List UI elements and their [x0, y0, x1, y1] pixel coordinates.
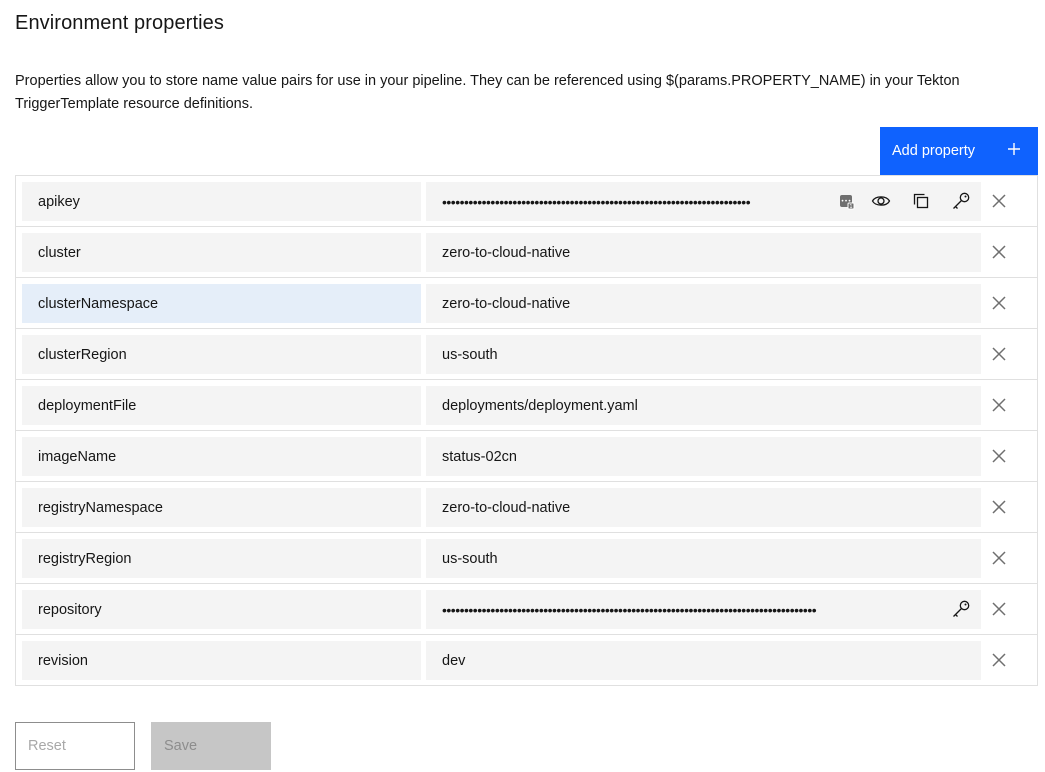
- property-name-text: clusterNamespace: [38, 295, 159, 312]
- property-value-field[interactable]: ••••••••••••••••••••••••••••••••••••••••…: [426, 182, 981, 221]
- plus-icon: [1006, 141, 1022, 161]
- property-value-field[interactable]: dev: [426, 641, 981, 680]
- table-row: repository •••••••••••••••••••••••••••••…: [16, 584, 1037, 635]
- svg-text:1: 1: [849, 204, 852, 210]
- close-icon[interactable]: [988, 496, 1010, 518]
- property-name-field[interactable]: repository: [22, 590, 421, 629]
- password-manager-icon[interactable]: ••• 1: [838, 193, 856, 211]
- close-icon[interactable]: [988, 445, 1010, 467]
- property-name-field[interactable]: revision: [22, 641, 421, 680]
- table-row: registryNamespace zero-to-cloud-native: [16, 482, 1037, 533]
- property-name-field[interactable]: imageName: [22, 437, 421, 476]
- property-value-field[interactable]: zero-to-cloud-native: [426, 284, 981, 323]
- table-row: clusterNamespace zero-to-cloud-native: [16, 278, 1037, 329]
- property-name-text: deploymentFile: [38, 397, 137, 414]
- property-name-field[interactable]: registryNamespace: [22, 488, 421, 527]
- property-value-text: zero-to-cloud-native: [442, 499, 571, 516]
- secret-value-text: ••••••••••••••••••••••••••••••••••••••••…: [442, 601, 817, 618]
- show-value-icon[interactable]: [870, 190, 892, 212]
- property-name-text: clusterRegion: [38, 346, 127, 363]
- reset-button[interactable]: Reset: [15, 722, 135, 770]
- property-value-field[interactable]: deployments/deployment.yaml: [426, 386, 981, 425]
- property-value-field[interactable]: zero-to-cloud-native: [426, 488, 981, 527]
- property-value-field[interactable]: us-south: [426, 335, 981, 374]
- close-icon[interactable]: [988, 649, 1010, 671]
- add-property-button[interactable]: Add property: [880, 127, 1038, 175]
- copy-icon[interactable]: [910, 190, 932, 212]
- property-name-text: apikey: [38, 193, 80, 210]
- table-row: revision dev: [16, 635, 1037, 686]
- page-description: Properties allow you to store name value…: [15, 73, 960, 112]
- property-name-text: revision: [38, 652, 88, 669]
- property-name-text: cluster: [38, 244, 81, 261]
- close-icon[interactable]: [988, 547, 1010, 569]
- close-icon[interactable]: [988, 241, 1010, 263]
- close-icon[interactable]: [988, 292, 1010, 314]
- property-value-field[interactable]: us-south: [426, 539, 981, 578]
- property-name-field[interactable]: cluster: [22, 233, 421, 272]
- table-row: clusterRegion us-south: [16, 329, 1037, 380]
- property-value-field[interactable]: status-02cn: [426, 437, 981, 476]
- save-button[interactable]: Save: [151, 722, 271, 770]
- key-icon[interactable]: [950, 598, 972, 620]
- property-name-field[interactable]: registryRegion: [22, 539, 421, 578]
- close-icon[interactable]: [988, 394, 1010, 416]
- close-icon[interactable]: [988, 190, 1010, 212]
- property-name-text: repository: [38, 601, 102, 618]
- property-name-field[interactable]: clusterNamespace: [22, 284, 421, 323]
- property-value-field[interactable]: zero-to-cloud-native: [426, 233, 981, 272]
- table-row: apikey •••••••••••••••••••••••••••••••••…: [16, 176, 1037, 227]
- properties-table: apikey •••••••••••••••••••••••••••••••••…: [15, 175, 1038, 686]
- page-title: Environment properties: [15, 12, 224, 34]
- property-value-text: us-south: [442, 550, 498, 567]
- table-row: imageName status-02cn: [16, 431, 1037, 482]
- table-row: cluster zero-to-cloud-native: [16, 227, 1037, 278]
- property-name-field[interactable]: clusterRegion: [22, 335, 421, 374]
- property-name-text: registryNamespace: [38, 499, 163, 516]
- property-name-text: registryRegion: [38, 550, 132, 567]
- property-value-text: deployments/deployment.yaml: [442, 397, 638, 414]
- property-value-field[interactable]: ••••••••••••••••••••••••••••••••••••••••…: [426, 590, 981, 629]
- property-value-text: status-02cn: [442, 448, 517, 465]
- key-icon[interactable]: [950, 190, 972, 212]
- table-row: registryRegion us-south: [16, 533, 1037, 584]
- property-name-field[interactable]: deploymentFile: [22, 386, 421, 425]
- property-name-field[interactable]: apikey: [22, 182, 421, 221]
- add-property-label: Add property: [892, 143, 976, 159]
- property-value-text: zero-to-cloud-native: [442, 295, 571, 312]
- property-value-text: zero-to-cloud-native: [442, 244, 571, 261]
- table-row: deploymentFile deployments/deployment.ya…: [16, 380, 1037, 431]
- close-icon[interactable]: [988, 343, 1010, 365]
- secret-value-text: ••••••••••••••••••••••••••••••••••••••••…: [442, 193, 751, 210]
- property-name-text: imageName: [38, 448, 117, 465]
- property-value-text: dev: [442, 652, 466, 669]
- close-icon[interactable]: [988, 598, 1010, 620]
- property-value-text: us-south: [442, 346, 498, 363]
